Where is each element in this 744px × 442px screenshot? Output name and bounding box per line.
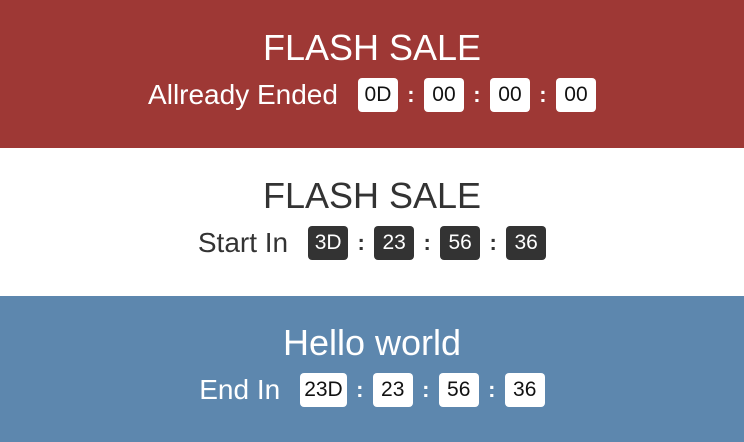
countdown-label: Start In	[197, 227, 289, 258]
countdown-hours: 23	[374, 226, 415, 260]
countdown-separator: :	[423, 230, 431, 255]
countdown-row: Start In 3D : 23 : 56 : 36	[197, 226, 547, 260]
countdown-separator: :	[489, 230, 497, 255]
countdown-separator: :	[357, 230, 365, 255]
countdown-separator: :	[356, 377, 364, 402]
flash-sale-ended-banner: FLASH SALE Allready Ended 0D : 00 : 00 :…	[0, 0, 744, 148]
countdown-separator: :	[422, 377, 430, 402]
countdown-minutes: 56	[440, 226, 481, 260]
banner-title: Hello world	[282, 322, 462, 363]
countdown-seconds: 36	[506, 226, 547, 260]
countdown-minutes: 00	[489, 78, 530, 112]
countdown-separator: :	[407, 82, 415, 107]
countdown-label: Allready Ended	[148, 79, 338, 110]
countdown-minutes: 56	[438, 373, 479, 407]
countdown-separator: :	[488, 377, 496, 402]
countdown-separator: :	[473, 82, 481, 107]
countdown-hours: 00	[423, 78, 464, 112]
flash-sale-start-banner: FLASH SALE Start In 3D : 23 : 56 : 36	[0, 148, 744, 296]
countdown-separator: :	[539, 82, 547, 107]
countdown-days: 0D	[357, 78, 398, 112]
countdown-row: End In 23D : 23 : 56 : 36	[199, 373, 545, 407]
countdown-days: 3D	[308, 226, 349, 260]
hello-world-banner: Hello world End In 23D : 23 : 56 : 36	[0, 296, 744, 442]
countdown-seconds: 36	[504, 373, 545, 407]
banner-title: FLASH SALE	[262, 175, 482, 216]
countdown-row: Allready Ended 0D : 00 : 00 : 00	[148, 78, 596, 112]
countdown-seconds: 00	[555, 78, 596, 112]
banner-title: FLASH SALE	[262, 27, 482, 68]
countdown-days: 23D	[300, 373, 347, 407]
countdown-hours: 23	[372, 373, 413, 407]
countdown-label: End In	[199, 374, 281, 405]
